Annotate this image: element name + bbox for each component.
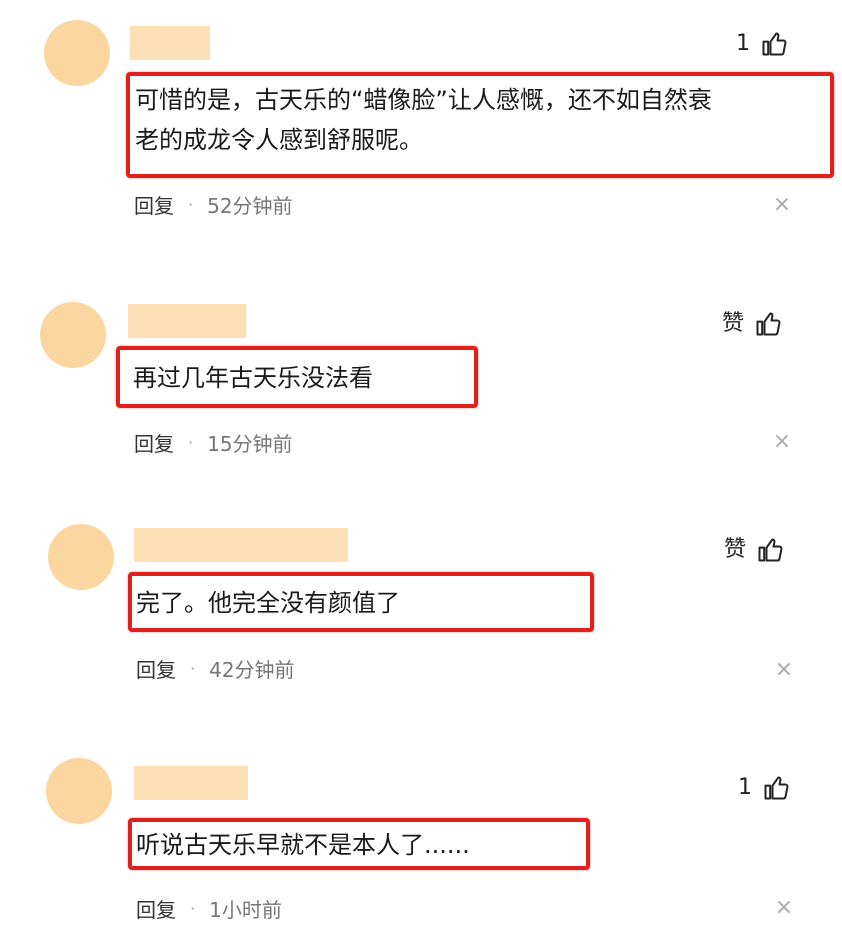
avatar[interactable]: [48, 524, 114, 590]
timestamp: 42分钟前: [209, 658, 295, 682]
avatar[interactable]: [46, 758, 112, 824]
comment-meta: 回复 · 1小时前: [136, 894, 282, 923]
timestamp: 15分钟前: [207, 432, 293, 456]
thumbs-up-icon: [762, 32, 787, 56]
username-redacted[interactable]: [128, 304, 246, 338]
avatar[interactable]: [44, 20, 110, 86]
like-button[interactable]: 赞: [722, 310, 782, 338]
comment-text-line: 听说古天乐早就不是本人了......: [136, 831, 470, 859]
timestamp: 52分钟前: [207, 194, 293, 218]
like-button[interactable]: 1: [736, 30, 788, 58]
like-button[interactable]: 1: [738, 774, 790, 802]
separator-dot: ·: [188, 433, 194, 452]
username-redacted[interactable]: [134, 766, 248, 800]
separator-dot: ·: [188, 195, 194, 214]
like-count: 1: [736, 31, 750, 56]
comment-text: 听说古天乐早就不是本人了......: [136, 825, 470, 865]
thumbs-up-icon: [758, 538, 783, 562]
timestamp: 1小时前: [209, 898, 282, 922]
avatar[interactable]: [40, 302, 106, 368]
comment-text: 可惜的是，古天乐的“蜡像脸”让人感慨，还不如自然衰 老的成龙令人感到舒服呢。: [135, 80, 712, 160]
comment-meta: 回复 · 42分钟前: [136, 654, 295, 683]
comment-meta: 回复 · 52分钟前: [134, 190, 293, 219]
comment-meta: 回复 · 15分钟前: [134, 428, 293, 457]
reply-button[interactable]: 回复: [136, 654, 176, 683]
username-redacted[interactable]: [134, 528, 348, 562]
comment-text-line: 老的成龙令人感到舒服呢。: [135, 126, 423, 154]
separator-dot: ·: [190, 659, 196, 678]
like-label: 赞: [722, 311, 745, 336]
comment-text-line: 可惜的是，古天乐的“蜡像脸”让人感慨，还不如自然衰: [135, 86, 712, 114]
close-icon[interactable]: ×: [772, 431, 792, 453]
comment-text-line: 再过几年古天乐没法看: [133, 364, 373, 392]
username-redacted[interactable]: [130, 26, 210, 60]
close-icon[interactable]: ×: [774, 659, 794, 681]
reply-button[interactable]: 回复: [134, 428, 174, 457]
reply-button[interactable]: 回复: [136, 894, 176, 923]
like-button[interactable]: 赞: [724, 536, 784, 564]
comment-text: 完了。他完全没有颜值了: [136, 583, 400, 623]
separator-dot: ·: [190, 899, 196, 918]
comment-text-line: 完了。他完全没有颜值了: [136, 589, 400, 617]
like-count: 1: [738, 775, 752, 800]
close-icon[interactable]: ×: [774, 897, 794, 919]
like-label: 赞: [724, 537, 747, 562]
thumbs-up-icon: [764, 776, 789, 800]
thumbs-up-icon: [756, 312, 781, 336]
reply-button[interactable]: 回复: [134, 190, 174, 219]
comment-text: 再过几年古天乐没法看: [133, 358, 373, 398]
close-icon[interactable]: ×: [772, 194, 792, 216]
